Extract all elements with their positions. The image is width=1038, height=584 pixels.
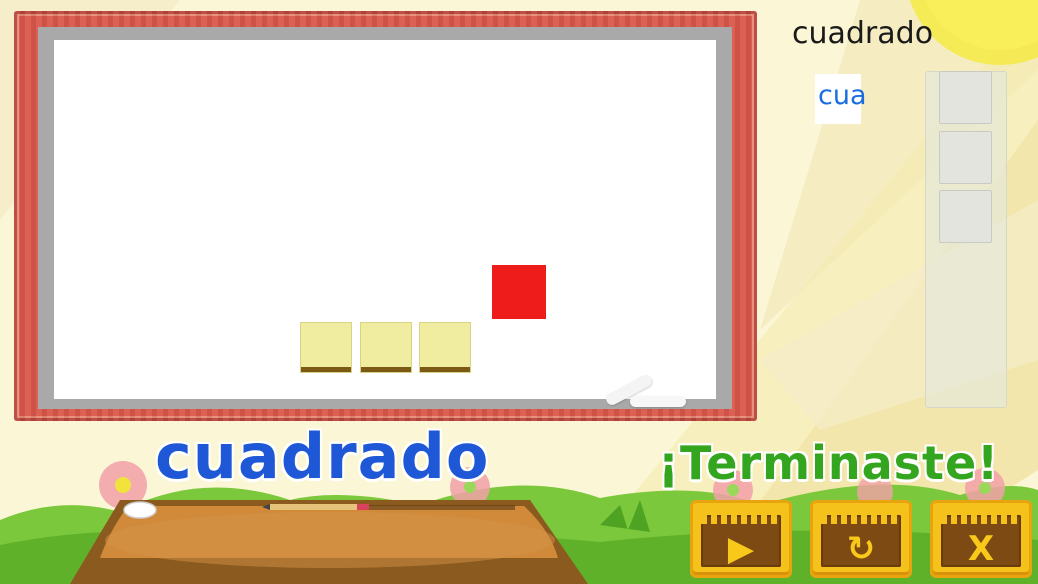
- letter-tile[interactable]: [419, 322, 471, 373]
- close-button[interactable]: X: [930, 500, 1032, 578]
- replay-icon: ↻: [846, 529, 876, 569]
- replay-button[interactable]: ↻: [810, 500, 912, 578]
- finished-message: ¡Terminaste!: [658, 436, 1000, 490]
- answer-slot[interactable]: [939, 190, 992, 243]
- close-button-plate: X: [941, 515, 1021, 569]
- game-scene: cuadrado cua cuadrado ¡Terminaste! ▶ ↻ X: [0, 0, 1038, 584]
- answer-slot[interactable]: [939, 71, 992, 124]
- partial-word: cua: [818, 80, 867, 111]
- chalk-icon: [630, 396, 686, 407]
- close-icon: X: [967, 529, 995, 569]
- word-display: cuadrado: [155, 420, 490, 493]
- letter-tile[interactable]: [300, 322, 352, 373]
- replay-button-plate: ↻: [821, 515, 901, 569]
- red-square-shape[interactable]: [492, 265, 546, 319]
- answer-slot[interactable]: [939, 131, 992, 184]
- play-button[interactable]: ▶: [690, 500, 792, 578]
- desk: [70, 500, 588, 584]
- letter-tile[interactable]: [360, 322, 412, 373]
- eraser-icon: [123, 501, 157, 519]
- target-word: cuadrado: [792, 16, 934, 51]
- play-icon: ▶: [727, 529, 755, 569]
- play-button-plate: ▶: [701, 515, 781, 569]
